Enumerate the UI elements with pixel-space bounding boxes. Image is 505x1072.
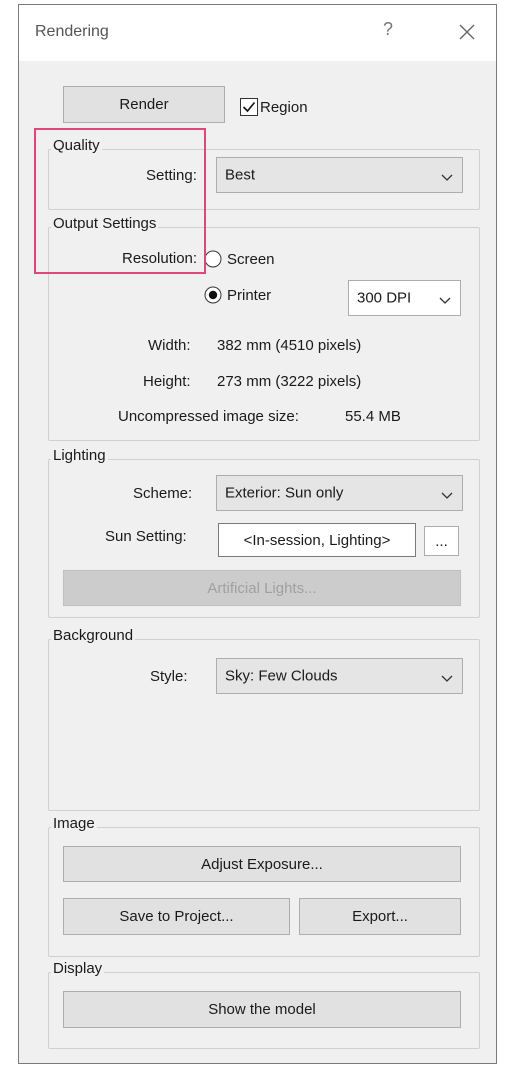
sun-setting-browse-button[interactable]: ... [424, 526, 459, 556]
region-checkbox[interactable] [240, 98, 258, 116]
quality-setting-value: Best [225, 166, 256, 184]
chevron-down-icon [438, 293, 452, 304]
height-label: Height: [143, 373, 191, 390]
render-button[interactable]: Render [63, 86, 225, 123]
save-to-project-label: Save to Project... [119, 908, 234, 925]
sun-setting-label: Sun Setting: [105, 528, 187, 545]
artificial-lights-label: Artificial Lights... [207, 579, 317, 597]
display-group-label: Display [51, 960, 105, 977]
artificial-lights-button[interactable]: Artificial Lights... [63, 570, 461, 606]
background-style-value: Sky: Few Clouds [225, 667, 338, 685]
chevron-down-icon [440, 671, 454, 682]
title-bar: Rendering ? [19, 5, 496, 61]
show-model-button[interactable]: Show the model [63, 991, 461, 1028]
lighting-group-label: Lighting [51, 447, 108, 464]
show-model-label: Show the model [208, 1001, 316, 1018]
width-label: Width: [148, 337, 191, 354]
dpi-dropdown[interactable]: 300 DPI [348, 280, 461, 316]
height-value: 273 mm (3222 pixels) [217, 373, 362, 390]
export-label: Export... [352, 908, 408, 925]
printer-radio-label: Printer [227, 287, 272, 304]
screen-radio[interactable] [204, 250, 222, 268]
image-group-label: Image [51, 815, 97, 832]
screen-radio-label: Screen [227, 251, 275, 268]
quality-setting-dropdown[interactable]: Best [216, 157, 463, 193]
save-to-project-button[interactable]: Save to Project... [63, 898, 290, 935]
lighting-scheme-value: Exterior: Sun only [225, 484, 344, 502]
dialog-title: Rendering [35, 23, 109, 40]
render-button-label: Render [119, 96, 169, 113]
region-label: Region [260, 99, 308, 116]
scheme-label: Scheme: [133, 485, 193, 502]
width-value: 382 mm (4510 pixels) [217, 337, 362, 354]
lighting-scheme-dropdown[interactable]: Exterior: Sun only [216, 475, 463, 511]
export-button[interactable]: Export... [299, 898, 461, 935]
image-size-label: Uncompressed image size: [118, 408, 299, 425]
quality-group-label: Quality [51, 137, 102, 154]
sun-setting-field[interactable]: <In-session, Lighting> [218, 523, 416, 557]
background-group-label: Background [51, 627, 136, 644]
printer-radio[interactable] [204, 286, 222, 304]
dpi-value: 300 DPI [357, 289, 412, 307]
adjust-exposure-label: Adjust Exposure... [201, 855, 323, 873]
sun-setting-browse-label: ... [435, 532, 448, 550]
sun-setting-value: <In-session, Lighting> [243, 531, 391, 549]
resolution-label: Resolution: [122, 250, 198, 267]
adjust-exposure-button[interactable]: Adjust Exposure... [63, 846, 461, 882]
rendering-dialog: Rendering ? Render Region Quality Settin… [18, 4, 497, 1064]
background-style-label: Style: [150, 668, 188, 685]
chevron-down-icon [440, 488, 454, 499]
chevron-down-icon [440, 170, 454, 181]
quality-setting-label: Setting: [146, 167, 197, 184]
help-button[interactable]: ? [376, 19, 400, 45]
background-style-dropdown[interactable]: Sky: Few Clouds [216, 658, 463, 694]
image-size-value: 55.4 MB [345, 408, 401, 425]
close-icon[interactable] [452, 17, 482, 47]
output-settings-group-label: Output Settings [51, 215, 159, 232]
